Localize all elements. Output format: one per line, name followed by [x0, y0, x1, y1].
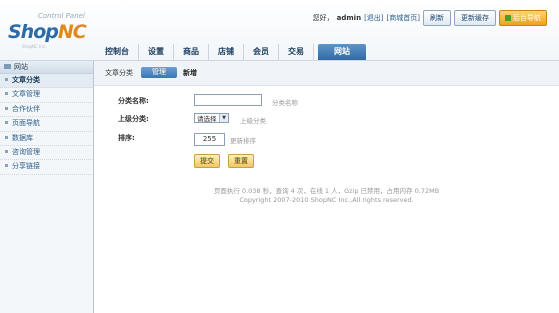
sidebar-item-article-category[interactable]: 文章分类: [0, 74, 93, 89]
parent-category-label: 上级分类:: [118, 115, 149, 123]
tab-add[interactable]: 新增: [183, 68, 197, 78]
category-name-hint: 分类名称: [272, 99, 298, 107]
shopnc-logo[interactable]: Control Panel ShopNC ShopNC Inc.: [8, 12, 93, 50]
tab-manage[interactable]: 管理: [141, 67, 177, 78]
sort-input[interactable]: 255: [194, 133, 225, 146]
parent-category-select[interactable]: 请选择 ▼: [194, 113, 229, 123]
update-cache-button[interactable]: 更新缓存: [454, 10, 496, 26]
sidebar-item-database[interactable]: 数据库: [0, 132, 93, 146]
logout-link[interactable]: [退出]: [364, 13, 383, 23]
sidebar-item-partners[interactable]: 合作伙伴: [0, 103, 93, 118]
sidebar-item-page-nav[interactable]: 页面导航: [0, 117, 93, 132]
nav-icon: [505, 15, 511, 21]
bullet-icon: [5, 135, 8, 139]
bullet-icon: [5, 164, 8, 168]
main-nav: 控制台 设置 商品 店铺 会员 交易 网站: [96, 40, 366, 60]
nav-tab-stores[interactable]: 店铺: [209, 44, 244, 60]
username: admin: [336, 14, 362, 22]
shop-home-link[interactable]: [商城首页]: [387, 13, 420, 23]
sort-label: 排序:: [118, 134, 135, 142]
admin-nav-button[interactable]: 后台导航: [499, 10, 547, 26]
bullet-icon: [5, 92, 8, 96]
top-toolbar: 您好， admin [退出] [商城首页] 刷新 更新缓存 后台导航: [313, 10, 547, 26]
footer-stats: 页面执行 0.038 秒，查询 4 次，在线 1 人，Gzip 已禁用，占用内存…: [213, 187, 440, 195]
reset-button[interactable]: 重置: [228, 154, 254, 168]
nav-tab-members[interactable]: 会员: [244, 44, 279, 60]
sidebar: 网站 文章分类 文章管理 合作伙伴 页面导航 数据库 咨询管理 分享链接: [0, 61, 94, 313]
sidebar-item-share-links[interactable]: 分享链接: [0, 160, 93, 175]
sidebar-heading: 网站: [0, 61, 93, 74]
logo-brand: ShopNC: [8, 21, 87, 43]
folder-icon: [4, 64, 11, 69]
sub-tab-bar: 文章分类 管理 新增: [94, 61, 559, 86]
logo-subtext: ShopNC Inc.: [22, 44, 47, 49]
category-name-label: 分类名称:: [118, 97, 149, 105]
page-footer: 页面执行 0.038 秒，查询 4 次，在线 1 人，Gzip 已禁用，占用内存…: [94, 187, 559, 205]
greeting: 您好，: [312, 14, 334, 22]
nav-tab-website[interactable]: 网站: [318, 44, 366, 60]
chevron-down-icon: ▼: [219, 114, 228, 122]
sidebar-item-article-manage[interactable]: 文章管理: [0, 88, 93, 103]
bullet-icon: [5, 121, 8, 125]
bullet-icon: [5, 149, 8, 153]
submit-button[interactable]: 提交: [194, 154, 220, 168]
content-area: 文章分类 管理 新增 分类名称: 分类名称 上级分类: 请选择 ▼ 上级分类 排序…: [94, 61, 559, 313]
nav-tab-goods[interactable]: 商品: [174, 44, 209, 60]
nav-tab-settings[interactable]: 设置: [139, 44, 174, 60]
header: Control Panel ShopNC ShopNC Inc. 您好， adm…: [0, 0, 559, 61]
bullet-icon: [5, 106, 8, 110]
nav-tab-console[interactable]: 控制台: [96, 44, 139, 60]
section-title: 文章分类: [105, 69, 133, 77]
sidebar-item-consult[interactable]: 咨询管理: [0, 146, 93, 161]
refresh-button[interactable]: 刷新: [423, 10, 451, 26]
category-name-input[interactable]: [194, 94, 262, 106]
nav-tab-trade[interactable]: 交易: [279, 44, 314, 60]
logo-caption: Control Panel: [38, 12, 85, 20]
bullet-icon: [5, 78, 8, 81]
sort-hint: 更新排序: [230, 137, 256, 145]
footer-copyright: Copyright 2007-2010 ShopNC Inc.,All righ…: [239, 196, 414, 204]
parent-category-hint: 上级分类: [240, 117, 266, 125]
